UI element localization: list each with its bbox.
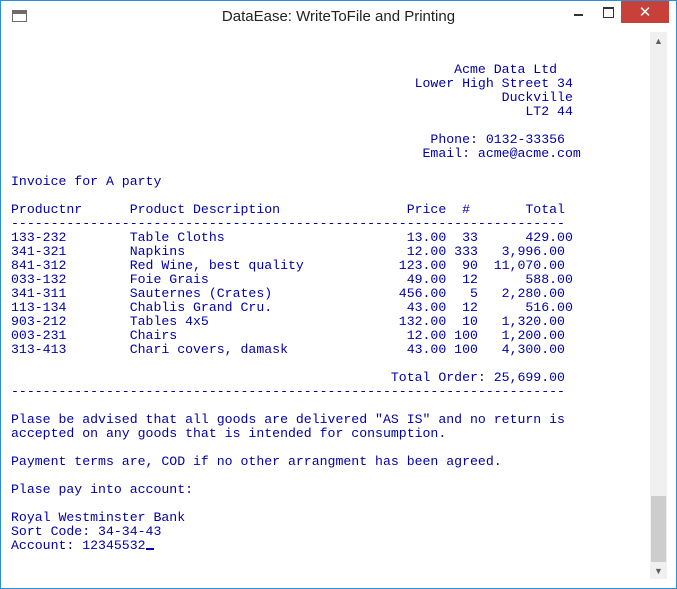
console-line: 903-212 Tables 4x5 132.00 10 1,320.00: [11, 314, 565, 329]
text-cursor: [145, 548, 154, 550]
console-line: Sort Code: 34-34-43: [11, 524, 162, 539]
console-line: Plase pay into account:: [11, 482, 194, 497]
console-line: Total Order: 25,699.00: [11, 370, 565, 385]
console-line: 113-134 Chablis Grand Cru. 43.00 12 516.…: [11, 300, 573, 315]
console-line: Invoice for A party: [11, 174, 162, 189]
scrollbar-thumb[interactable]: [651, 496, 666, 562]
console-line: Lower High Street 34: [11, 76, 573, 91]
console-line: LT2 44: [11, 104, 573, 119]
console-line: 341-321 Napkins 12.00 333 3,996.00: [11, 244, 565, 259]
console-window: DataEase: WriteToFile and Printing ✕ Acm…: [0, 0, 677, 589]
console-line: 033-132 Foie Grais 49.00 12 588.00: [11, 272, 573, 287]
scroll-up-arrow-icon[interactable]: ▲: [650, 32, 667, 49]
console-line: accepted on any goods that is intended f…: [11, 426, 447, 441]
console-line: 003-231 Chairs 12.00 100 1,200.00: [11, 328, 565, 343]
console-line: Phone: 0132-33356: [11, 132, 565, 147]
console-line: ----------------------------------------…: [11, 384, 565, 399]
console-line: Email: acme@acme.com: [11, 146, 581, 161]
console-line: Plase be advised that all goods are deli…: [11, 412, 565, 427]
console-output[interactable]: Acme Data Ltd Lower High Street 34 Duckv…: [9, 32, 649, 579]
title-bar[interactable]: DataEase: WriteToFile and Printing ✕: [1, 1, 676, 32]
minimize-icon: [573, 14, 583, 16]
console-line: ----------------------------------------…: [11, 216, 565, 231]
maximize-button[interactable]: [593, 1, 623, 23]
console-line: Productnr Product Description Price # To…: [11, 202, 565, 217]
minimize-button[interactable]: [563, 1, 593, 23]
console-line: Payment terms are, COD if no other arran…: [11, 454, 502, 469]
console-line: Duckville: [11, 90, 573, 105]
console-line: 341-311 Sauternes (Crates) 456.00 5 2,28…: [11, 286, 565, 301]
vertical-scrollbar[interactable]: ▲ ▼: [650, 32, 667, 579]
close-button[interactable]: ✕: [621, 1, 669, 23]
console-line: Acme Data Ltd: [11, 62, 558, 77]
close-icon: ✕: [638, 4, 652, 21]
console-line: 133-232 Table Cloths 13.00 33 429.00: [11, 230, 573, 245]
console-line: Account: 12345532: [11, 539, 154, 553]
maximize-icon: [602, 6, 614, 18]
console-line: 313-413 Chari covers, damask 43.00 100 4…: [11, 342, 565, 357]
console-line: Royal Westminster Bank: [11, 510, 186, 525]
console-line: 841-312 Red Wine, best quality 123.00 90…: [11, 258, 565, 273]
scroll-down-arrow-icon[interactable]: ▼: [650, 562, 667, 579]
